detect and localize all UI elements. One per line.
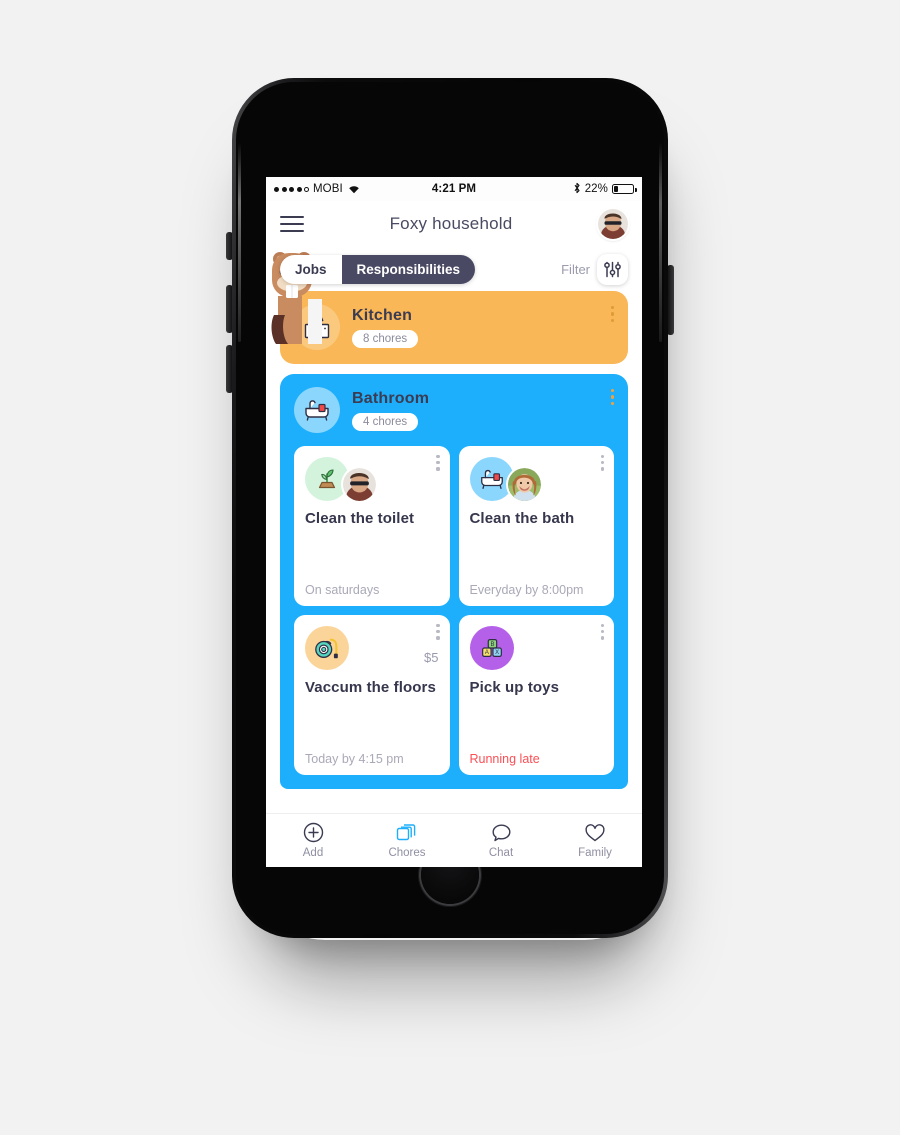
- segmented-control: Jobs Responsibilities: [280, 254, 476, 284]
- chore-options-icon[interactable]: [600, 624, 604, 640]
- svg-text:A: A: [484, 650, 488, 656]
- group-texts: Kitchen 8 chores: [352, 306, 419, 348]
- chore-schedule: On saturdays: [305, 583, 380, 597]
- tab-label: Chores: [388, 847, 426, 859]
- bathtub-icon: [469, 457, 514, 501]
- heart-icon: [584, 822, 606, 843]
- chore-options-icon[interactable]: [600, 455, 604, 471]
- tab-family[interactable]: Family: [548, 822, 642, 859]
- chore-top: [305, 457, 439, 501]
- group-texts: Bathroom 4 chores: [352, 390, 429, 431]
- wifi-icon: [348, 184, 360, 194]
- svg-text:X: X: [495, 650, 499, 656]
- chores-count-badge: 4 chores: [352, 412, 419, 431]
- chores-list: Kitchen 8 chores Bathroom 4 chores Clean…: [266, 291, 642, 789]
- carrier-name: MOBI: [313, 183, 343, 195]
- phone-device: MOBI 4:21 PM 22% Foxy household Jobs Res…: [232, 78, 668, 938]
- chore-title: Clean the bath: [469, 510, 575, 527]
- chore-schedule: Everyday by 8:00pm: [469, 583, 584, 597]
- tab-label: Chat: [488, 847, 514, 859]
- chore-card[interactable]: Clean the bath Everyday by 8:00pm: [458, 446, 614, 606]
- status-bar-right: 22%: [476, 182, 637, 197]
- group-options-icon[interactable]: [610, 389, 614, 406]
- group-header: Bathroom 4 chores: [294, 387, 614, 433]
- chore-status: Running late: [469, 752, 540, 766]
- chore-title: Vaccum the floors: [305, 679, 436, 696]
- bluetooth-icon: [573, 182, 581, 197]
- cards-stack-icon: [396, 822, 418, 843]
- chore-top: $5: [305, 626, 439, 670]
- chore-schedule: Today by 4:15 pm: [305, 752, 404, 766]
- avatar[interactable]: [598, 209, 628, 239]
- chore-card[interactable]: $5 Vaccum the floors Today by 4:15 pm: [294, 615, 450, 775]
- assignee-avatar[interactable]: [343, 468, 376, 501]
- clock: 4:21 PM: [431, 183, 477, 195]
- chore-top: B A X: [469, 626, 604, 670]
- speech-bubble-icon: [491, 822, 512, 843]
- group-title: Kitchen: [352, 306, 413, 324]
- assignee-avatar[interactable]: [507, 468, 541, 501]
- tabs-row: Jobs Responsibilities Filter: [266, 247, 642, 344]
- svg-text:B: B: [490, 642, 494, 648]
- filter-control: Filter: [561, 253, 628, 285]
- tab-label: Add: [302, 847, 324, 859]
- filter-label: Filter: [561, 261, 590, 277]
- bezel-highlight-left: [238, 142, 241, 342]
- plant-sprout-icon: [305, 457, 349, 501]
- phone-bezel: MOBI 4:21 PM 22% Foxy household Jobs Res…: [236, 82, 664, 934]
- battery-icon: [612, 184, 637, 194]
- phone-screen: MOBI 4:21 PM 22% Foxy household Jobs Res…: [266, 177, 642, 867]
- power-button[interactable]: [667, 265, 674, 335]
- chore-card[interactable]: Clean the toilet On saturdays: [294, 446, 450, 606]
- chore-options-icon[interactable]: [436, 624, 440, 640]
- page-title: Foxy household: [389, 214, 513, 233]
- status-bar: MOBI 4:21 PM 22%: [266, 177, 642, 201]
- signal-strength-icon: [274, 186, 309, 192]
- bottom-tab-bar: Add Chores Chat Family: [266, 813, 642, 867]
- group-title: Bathroom: [352, 389, 430, 407]
- tab-chat[interactable]: Chat: [454, 822, 548, 859]
- vacuum-cleaner-icon: [305, 626, 349, 670]
- chore-top: [469, 457, 604, 501]
- plus-circle-icon: [303, 822, 324, 843]
- group-header: Kitchen 8 chores: [294, 304, 614, 350]
- sliders-icon[interactable]: [597, 253, 628, 285]
- chore-card[interactable]: B A X Pick up toys Running late: [458, 615, 614, 775]
- battery-percent: 22%: [584, 183, 609, 195]
- chore-title: Clean the toilet: [305, 510, 415, 527]
- tab-jobs[interactable]: Jobs: [280, 255, 342, 284]
- tab-add[interactable]: Add: [266, 822, 360, 859]
- chore-reward: $5: [424, 650, 439, 665]
- hamburger-menu-icon[interactable]: [280, 215, 304, 233]
- status-bar-left: MOBI: [274, 183, 432, 195]
- chores-count-badge: 8 chores: [352, 329, 419, 348]
- bezel-highlight-right: [659, 142, 662, 342]
- group-options-icon[interactable]: [610, 306, 614, 323]
- group-card-kitchen[interactable]: Kitchen 8 chores: [280, 291, 628, 364]
- chore-options-icon[interactable]: [436, 455, 440, 471]
- toy-blocks-icon: B A X: [469, 626, 514, 670]
- chore-title: Pick up toys: [469, 679, 560, 696]
- tab-chores[interactable]: Chores: [360, 822, 454, 859]
- chore-grid: Clean the toilet On saturdays Clean the …: [294, 446, 614, 775]
- bathtub-icon: [294, 387, 340, 433]
- tab-label: Family: [578, 847, 612, 859]
- app-header: Foxy household: [266, 201, 642, 247]
- tab-responsibilities[interactable]: Responsibilities: [341, 254, 476, 284]
- group-card-bathroom[interactable]: Bathroom 4 chores Clean the toilet On sa…: [280, 374, 628, 789]
